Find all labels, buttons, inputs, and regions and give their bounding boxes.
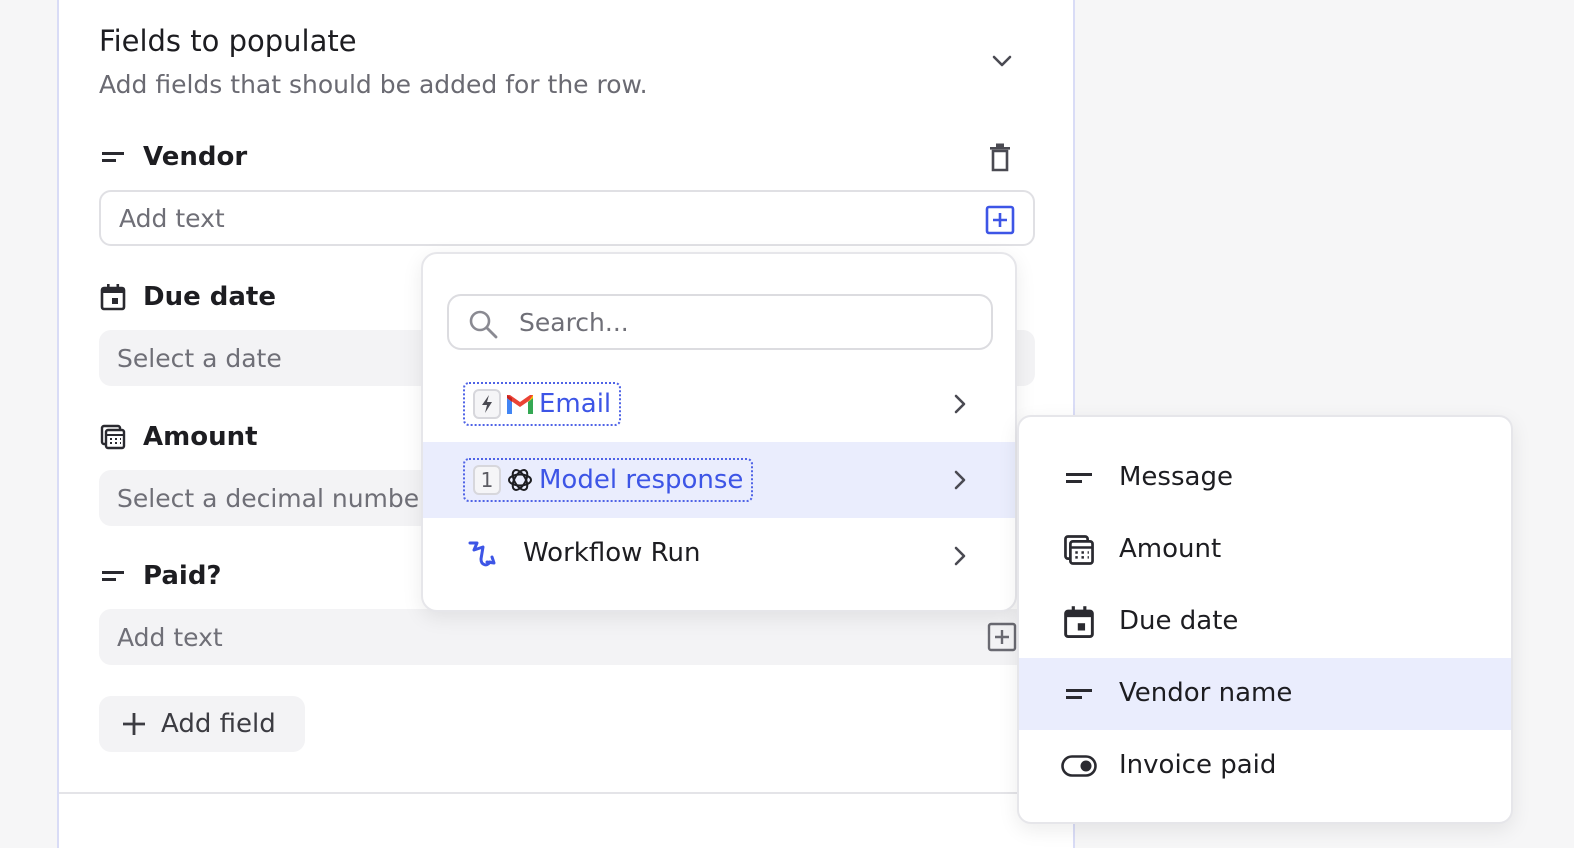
field-label-paid: Paid? [99,561,222,591]
paid-placeholder: Add text [117,622,223,652]
calendar-icon [1061,604,1097,640]
search-input[interactable] [519,307,979,337]
field-label-vendor: Vendor [99,142,247,172]
submenu-item-label: Amount [1119,534,1222,564]
submenu-item-vendor-name[interactable]: Vendor name [1019,658,1511,730]
openai-icon [508,469,532,491]
text-lines-icon [1061,676,1097,712]
section-subtitle: Add fields that should be added for the … [99,70,648,99]
text-lines-icon [99,562,127,590]
submenu-item-due-date[interactable]: Due date [1019,586,1511,658]
workflow-run-label: Workflow Run [523,538,701,568]
email-chip[interactable]: Email [463,382,622,426]
paid-text-input[interactable]: Add text [99,609,1035,665]
submenu-item-label: Vendor name [1119,678,1293,708]
model-response-chip[interactable]: 1 Model response [463,458,754,502]
chevron-right-icon [954,394,966,414]
search-box[interactable] [447,294,993,350]
chevron-right-icon [954,470,966,490]
toggle-icon [1061,748,1097,784]
add-field-button[interactable]: Add field [99,696,305,752]
dropdown-item-model-response[interactable]: 1 Model response [423,442,1015,518]
vendor-placeholder: Add text [119,203,225,233]
dropdown-item-email[interactable]: Email [423,366,1015,442]
vendor-text-input[interactable]: Add text [99,190,1035,246]
gmail-icon [507,395,533,414]
chevron-right-icon [954,546,966,566]
lightning-icon [473,389,501,419]
submenu-item-label: Due date [1119,606,1239,636]
plus-icon [123,713,145,735]
add-field-label: Add field [161,709,276,739]
insert-variable-icon[interactable] [987,622,1017,652]
workflow-icon [468,541,496,567]
model-response-submenu: Message Amount Due date Vendor name Invo… [1017,415,1513,824]
field-label-text: Amount [143,422,258,452]
amount-placeholder: Select a decimal number [117,483,430,513]
calculator-icon [1061,532,1097,568]
field-label-due-date: Due date [99,282,276,312]
field-label-text: Paid? [143,561,222,591]
submenu-item-amount[interactable]: Amount [1019,514,1511,586]
model-response-label: Model response [539,465,744,495]
search-icon [469,310,498,339]
section-title: Fields to populate [99,24,357,58]
calculator-icon [99,423,127,451]
field-label-amount: Amount [99,422,258,452]
variable-picker-dropdown: Email 1 Model response Workflow Run [421,252,1017,612]
field-label-text: Due date [143,282,276,312]
text-lines-icon [1061,460,1097,496]
submenu-item-invoice-paid[interactable]: Invoice paid [1019,730,1511,802]
due-date-placeholder: Select a date [117,343,282,373]
submenu-item-label: Message [1119,462,1233,492]
panel-divider [59,792,1073,794]
dropdown-item-workflow-run[interactable]: Workflow Run [423,518,1015,594]
chevron-down-icon[interactable] [987,46,1017,76]
trash-icon[interactable] [985,142,1015,174]
submenu-item-label: Invoice paid [1119,750,1277,780]
text-lines-icon [99,143,127,171]
step-number-badge: 1 [473,465,501,495]
calendar-icon [99,283,127,311]
field-label-text: Vendor [143,142,248,172]
submenu-item-message[interactable]: Message [1019,442,1511,514]
email-label: Email [539,389,612,419]
insert-variable-icon[interactable] [985,205,1015,235]
